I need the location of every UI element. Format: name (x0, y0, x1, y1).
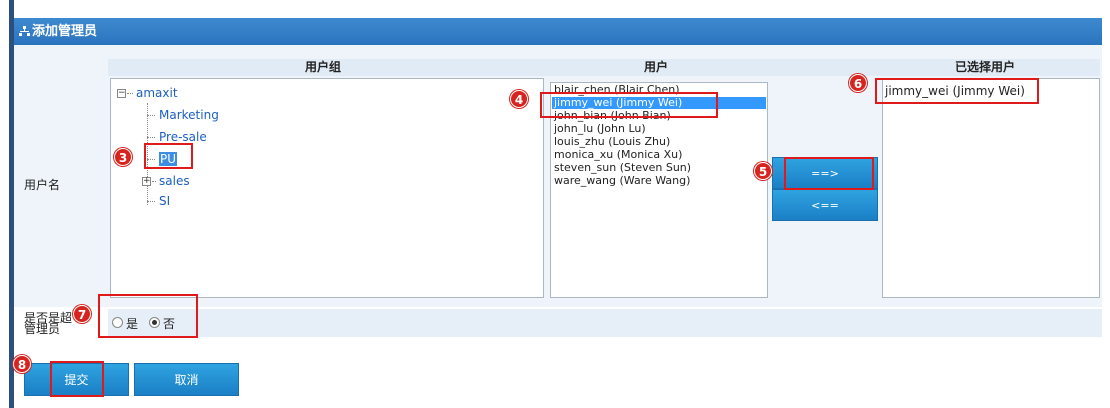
collapse-icon[interactable]: − (117, 89, 126, 98)
selected-user-list[interactable]: jimmy_wei (Jimmy Wei) (882, 78, 1100, 298)
tree-node-si[interactable]: SI (159, 193, 170, 209)
step-badge-5: 5 (754, 162, 772, 180)
radio-no[interactable] (149, 317, 160, 328)
selected-user-item[interactable]: jimmy_wei (Jimmy Wei) (885, 85, 1025, 97)
user-list[interactable]: blair_chen (Blair Chen) jimmy_wei (Jimmy… (550, 82, 768, 298)
step-badge-4: 4 (510, 90, 528, 108)
tree-node-pu-label: PU (159, 152, 178, 166)
expand-icon[interactable]: + (142, 177, 151, 186)
user-list-item[interactable]: john_bian (John Bian) (554, 110, 671, 122)
tree-node-amaxit[interactable]: amaxit (136, 85, 178, 101)
tree-node-sales[interactable]: sales (159, 173, 190, 189)
add-user-button[interactable]: ==> (772, 157, 878, 189)
radio-yes-label: 是 (126, 317, 139, 331)
column-header-row (108, 59, 1100, 76)
is-admin-label: 是否是超 管理员 (24, 311, 73, 336)
user-list-item[interactable]: steven_sun (Steven Sun) (554, 162, 691, 174)
radio-no-label: 否 (163, 317, 176, 331)
step-badge-7: 7 (73, 305, 91, 323)
submit-button[interactable]: 提交 (24, 363, 129, 396)
admin-radio-row (108, 309, 1102, 337)
step-badge-6: 6 (849, 74, 867, 92)
step-badge-8: 8 (13, 355, 31, 373)
username-label: 用户名 (24, 178, 61, 192)
step-badge-3: 3 (114, 148, 132, 166)
user-list-item[interactable]: ware_wang (Ware Wang) (554, 175, 690, 187)
users-column-header: 用户 (644, 60, 669, 74)
user-list-item-selected[interactable]: jimmy_wei (Jimmy Wei) (552, 97, 766, 109)
cancel-button[interactable]: 取消 (134, 363, 239, 396)
user-list-item[interactable]: monica_xu (Monica Xu) (554, 149, 682, 161)
org-chart-icon (19, 26, 30, 37)
user-list-item[interactable]: louis_zhu (Louis Zhu) (554, 136, 670, 148)
user-list-item[interactable]: john_lu (John Lu) (554, 123, 646, 135)
selected-column-header: 已选择用户 (955, 60, 1016, 74)
page-title: 添加管理员 (32, 24, 98, 39)
remove-user-button[interactable]: <== (772, 189, 878, 221)
user-list-item[interactable]: blair_chen (Blair Chen) (554, 84, 680, 96)
tree-node-pu[interactable]: PU (159, 151, 178, 167)
radio-yes[interactable] (112, 317, 123, 328)
tree-node-pre-sale[interactable]: Pre-sale (159, 129, 207, 145)
group-tree[interactable]: − amaxit Marketing Pre-sale PU + sales S… (110, 78, 544, 298)
title-bar: 添加管理员 (14, 18, 1102, 45)
groups-column-header: 用户组 (305, 60, 342, 74)
tree-node-marketing[interactable]: Marketing (159, 107, 219, 123)
